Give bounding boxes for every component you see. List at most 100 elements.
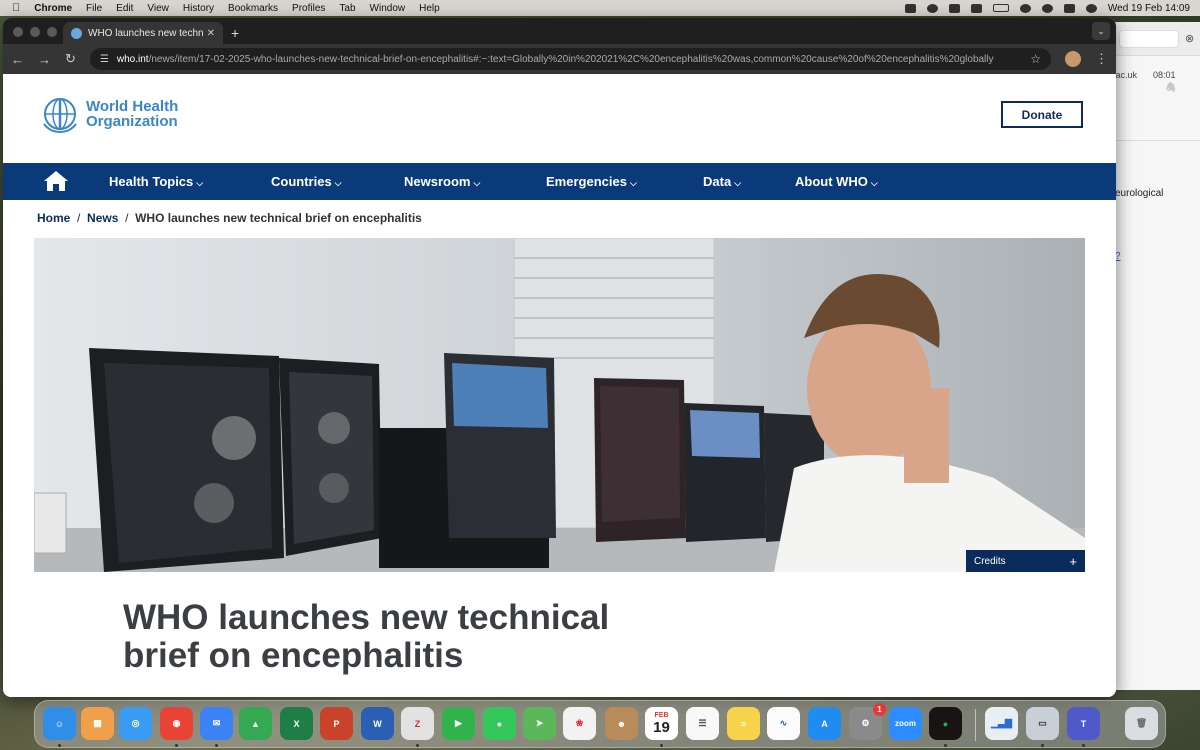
who-logo[interactable]: World Health Organization: [40, 94, 178, 134]
zoom-window-button[interactable]: [47, 27, 57, 37]
chrome-icon[interactable]: ◉: [160, 707, 193, 740]
mail-search-field[interactable]: [1119, 30, 1179, 48]
tab-close-icon[interactable]: ✕: [207, 28, 215, 39]
main-navigation: Health Topics ⌵ Countries ⌵ Newsroom ⌵ Emer…: [3, 163, 1116, 200]
bookmark-star-icon[interactable]: ☆: [1030, 52, 1041, 66]
freeform-icon[interactable]: ∿: [767, 707, 800, 740]
donate-button[interactable]: Donate: [1001, 101, 1083, 128]
home-icon[interactable]: [43, 170, 69, 192]
breadcrumb-separator: /: [121, 211, 132, 225]
close-window-button[interactable]: [13, 27, 23, 37]
contacts-icon[interactable]: ☻: [605, 707, 638, 740]
article-title: WHO launches new technical brief on ence…: [123, 598, 610, 675]
apple-menu-icon[interactable]: : [12, 2, 20, 14]
chrome-menu-icon[interactable]: ⋮: [1095, 51, 1108, 67]
breadcrumb-current: WHO launches new technical brief on ence…: [135, 211, 422, 225]
reload-icon[interactable]: ↻: [65, 51, 76, 67]
google-drive-icon[interactable]: ▲: [239, 707, 272, 740]
calendar-month: FEB: [654, 711, 669, 719]
finder-icon[interactable]: ☺: [43, 707, 76, 740]
back-arrow-icon[interactable]: ←: [11, 52, 24, 67]
powerpoint-icon[interactable]: P: [320, 707, 353, 740]
safari-icon[interactable]: ◎: [119, 707, 152, 740]
site-info-icon[interactable]: ☰: [100, 54, 109, 65]
status-icon[interactable]: [926, 3, 938, 13]
nav-label: Health Topics: [109, 174, 194, 189]
menu-edit[interactable]: Edit: [116, 3, 133, 14]
battery-icon[interactable]: [992, 4, 1009, 12]
tab-title: WHO launches new technical: [88, 27, 203, 39]
maps-icon[interactable]: ➤: [523, 707, 556, 740]
notes-icon[interactable]: ≡: [727, 707, 760, 740]
chevron-down-icon: ⌵: [473, 178, 481, 188]
wifi-icon[interactable]: [1019, 3, 1031, 13]
breadcrumb-home-link[interactable]: Home: [37, 211, 70, 225]
address-bar[interactable]: ☰ who.int /news/item/17-02-2025-who-laun…: [89, 48, 1051, 70]
mail-icon[interactable]: ✉: [200, 707, 233, 740]
launchpad-icon[interactable]: ▦: [81, 707, 114, 740]
app-store-icon[interactable]: A: [808, 707, 841, 740]
plus-icon: +: [1069, 553, 1077, 569]
menubar-clock[interactable]: Wed 19 Feb 14:09: [1108, 3, 1190, 14]
siri-icon[interactable]: [1085, 3, 1097, 13]
nav-label: Countries: [271, 174, 332, 189]
menu-bookmarks[interactable]: Bookmarks: [228, 3, 278, 14]
tab-who-article[interactable]: WHO launches new technical ✕: [63, 22, 223, 44]
zotero-icon[interactable]: Z: [401, 707, 434, 740]
teams-icon[interactable]: T: [1067, 707, 1100, 740]
site-header: World Health Organization Donate: [3, 74, 1116, 163]
nav-item-about-who[interactable]: About WHO ⌵: [795, 174, 878, 189]
nav-item-health-topics[interactable]: Health Topics ⌵: [109, 174, 203, 189]
tab-search-chevron-icon[interactable]: ⌄: [1092, 22, 1110, 40]
photos-icon[interactable]: ❀: [563, 707, 596, 740]
nav-item-newsroom[interactable]: Newsroom ⌵: [404, 174, 480, 189]
profile-avatar[interactable]: [1065, 51, 1081, 67]
menu-profiles[interactable]: Profiles: [292, 3, 325, 14]
trash-icon[interactable]: 🗑: [1125, 707, 1158, 740]
chart-app-icon[interactable]: ▁▃▇: [985, 707, 1018, 740]
credits-button[interactable]: Credits +: [966, 550, 1085, 572]
background-mail-window[interactable]: ⊗ .ac.uk 08:01 🖇 eurological ?: [1112, 22, 1200, 690]
menu-file[interactable]: File: [86, 3, 102, 14]
nav-item-data[interactable]: Data ⌵: [703, 174, 741, 189]
chevron-down-icon: ⌵: [629, 178, 637, 188]
bluetooth-icon[interactable]: [970, 3, 982, 13]
menu-view[interactable]: View: [147, 3, 169, 14]
breadcrumb-news-link[interactable]: News: [87, 211, 118, 225]
nav-label: Newsroom: [404, 174, 471, 189]
menu-history[interactable]: History: [183, 3, 214, 14]
web-page: World Health Organization Donate Health …: [3, 74, 1116, 697]
chevron-down-icon: ⌵: [334, 178, 342, 188]
chevron-down-icon: ⌵: [196, 178, 204, 188]
zoom-app-icon[interactable]: zoom: [889, 707, 922, 740]
window-thumbnail-icon[interactable]: ▭: [1026, 707, 1059, 740]
menu-help[interactable]: Help: [419, 3, 440, 14]
control-center-icon[interactable]: [1063, 3, 1075, 13]
mute-icon[interactable]: [948, 3, 960, 13]
spotlight-search-icon[interactable]: [1041, 3, 1053, 13]
menu-window[interactable]: Window: [370, 3, 406, 14]
reminders-icon[interactable]: ☰: [686, 707, 719, 740]
status-icon[interactable]: [904, 3, 916, 13]
forward-arrow-icon[interactable]: →: [38, 52, 51, 67]
calendar-day: 19: [653, 718, 670, 736]
logo-line-2: Organization: [86, 113, 178, 130]
word-icon[interactable]: W: [361, 707, 394, 740]
system-settings-icon[interactable]: ⚙ 1: [849, 703, 886, 740]
chrome-window: WHO launches new technical ✕ + ⌄ ← → ↻ ☰…: [3, 18, 1116, 697]
nav-item-countries[interactable]: Countries ⌵: [271, 174, 342, 189]
new-tab-button[interactable]: +: [231, 25, 239, 41]
spotify-icon[interactable]: ●: [929, 707, 962, 740]
who-logo-text: World Health Organization: [86, 99, 178, 129]
attachment-icon: 🖇: [1165, 82, 1177, 92]
excel-icon[interactable]: X: [280, 707, 313, 740]
close-icon[interactable]: ⊗: [1185, 32, 1194, 45]
nav-item-emergencies[interactable]: Emergencies ⌵: [546, 174, 637, 189]
messages-icon[interactable]: ●: [483, 707, 516, 740]
breadcrumb-separator: /: [73, 211, 84, 225]
facetime-icon[interactable]: ▶: [442, 707, 475, 740]
menu-tab[interactable]: Tab: [339, 3, 355, 14]
calendar-icon[interactable]: FEB 19: [645, 707, 678, 740]
minimize-window-button[interactable]: [30, 27, 40, 37]
menu-app-name[interactable]: Chrome: [34, 3, 72, 14]
